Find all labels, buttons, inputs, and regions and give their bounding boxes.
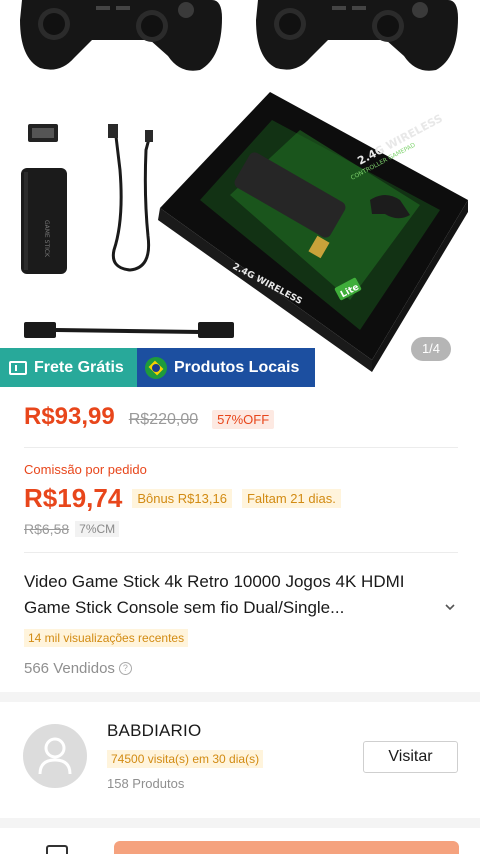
brazil-flag-icon bbox=[145, 356, 167, 379]
store-icon[interactable] bbox=[46, 845, 68, 854]
commission-value: R$19,74 bbox=[24, 483, 123, 513]
commission-rate-badge: 7%CM bbox=[75, 521, 120, 537]
primary-action-button[interactable] bbox=[114, 841, 459, 854]
badge-local-products-label: Produtos Locais bbox=[174, 358, 300, 376]
discount-badge: 57%OFF bbox=[212, 410, 275, 429]
shop-avatar[interactable] bbox=[23, 724, 87, 788]
gamepad-left-illustration bbox=[20, 0, 222, 71]
commission-old-value: R$6,58 bbox=[24, 521, 70, 537]
product-title[interactable]: Video Game Stick 4k Retro 10000 Jogos 4K… bbox=[24, 569, 434, 621]
user-icon bbox=[38, 737, 72, 775]
shop-name[interactable]: BABDIARIO bbox=[107, 721, 201, 741]
shop-visits-badge: 74500 visita(s) em 30 dia(s) bbox=[107, 750, 264, 768]
sold-count: 566 Vendidos bbox=[24, 660, 115, 677]
badge-local-products: Produtos Locais bbox=[137, 348, 315, 387]
product-image-gallery[interactable]: GAME STICK 2.4G WIRELESS CONTROLLER GAME… bbox=[0, 0, 480, 388]
remaining-days-badge: Faltam 21 dias. bbox=[241, 489, 341, 508]
svg-text:GAME STICK: GAME STICK bbox=[43, 220, 50, 258]
commission-row: R$19,74 Bônus R$13,16 Faltam 21 dias. bbox=[24, 483, 341, 514]
chevron-down-icon[interactable] bbox=[444, 601, 456, 613]
gamepad-right-illustration bbox=[256, 0, 458, 71]
recent-views-badge: 14 mil visualizações recentes bbox=[24, 629, 189, 647]
price-row: R$93,99 R$220,00 57%OFF bbox=[24, 403, 275, 431]
image-pager: 1/4 bbox=[411, 337, 451, 361]
shipping-icon bbox=[9, 360, 27, 375]
bonus-badge: Bônus R$13,16 bbox=[132, 489, 232, 508]
divider bbox=[24, 552, 458, 553]
visit-shop-button[interactable]: Visitar bbox=[363, 741, 458, 773]
service-badges: Frete Grátis Produtos Locais bbox=[0, 348, 315, 387]
original-price: R$220,00 bbox=[128, 411, 199, 428]
shop-product-count: 158 Produtos bbox=[107, 776, 185, 791]
badge-free-shipping-label: Frete Grátis bbox=[34, 358, 124, 376]
question-icon[interactable]: ? bbox=[118, 662, 132, 675]
box-text-top: 2.4G WIRELESS bbox=[355, 112, 445, 168]
divider bbox=[24, 447, 458, 448]
section-separator bbox=[0, 818, 480, 828]
commission-label: Comissão por pedido bbox=[24, 462, 147, 477]
commission-rate-row: R$6,58 7%CM bbox=[24, 521, 120, 537]
badge-free-shipping: Frete Grátis bbox=[0, 348, 137, 387]
product-photo: GAME STICK 2.4G WIRELESS CONTROLLER GAME… bbox=[20, 0, 468, 372]
sold-count-row: 566 Vendidos ? bbox=[24, 660, 132, 677]
current-price: R$93,99 bbox=[24, 403, 115, 430]
section-separator bbox=[0, 692, 480, 702]
